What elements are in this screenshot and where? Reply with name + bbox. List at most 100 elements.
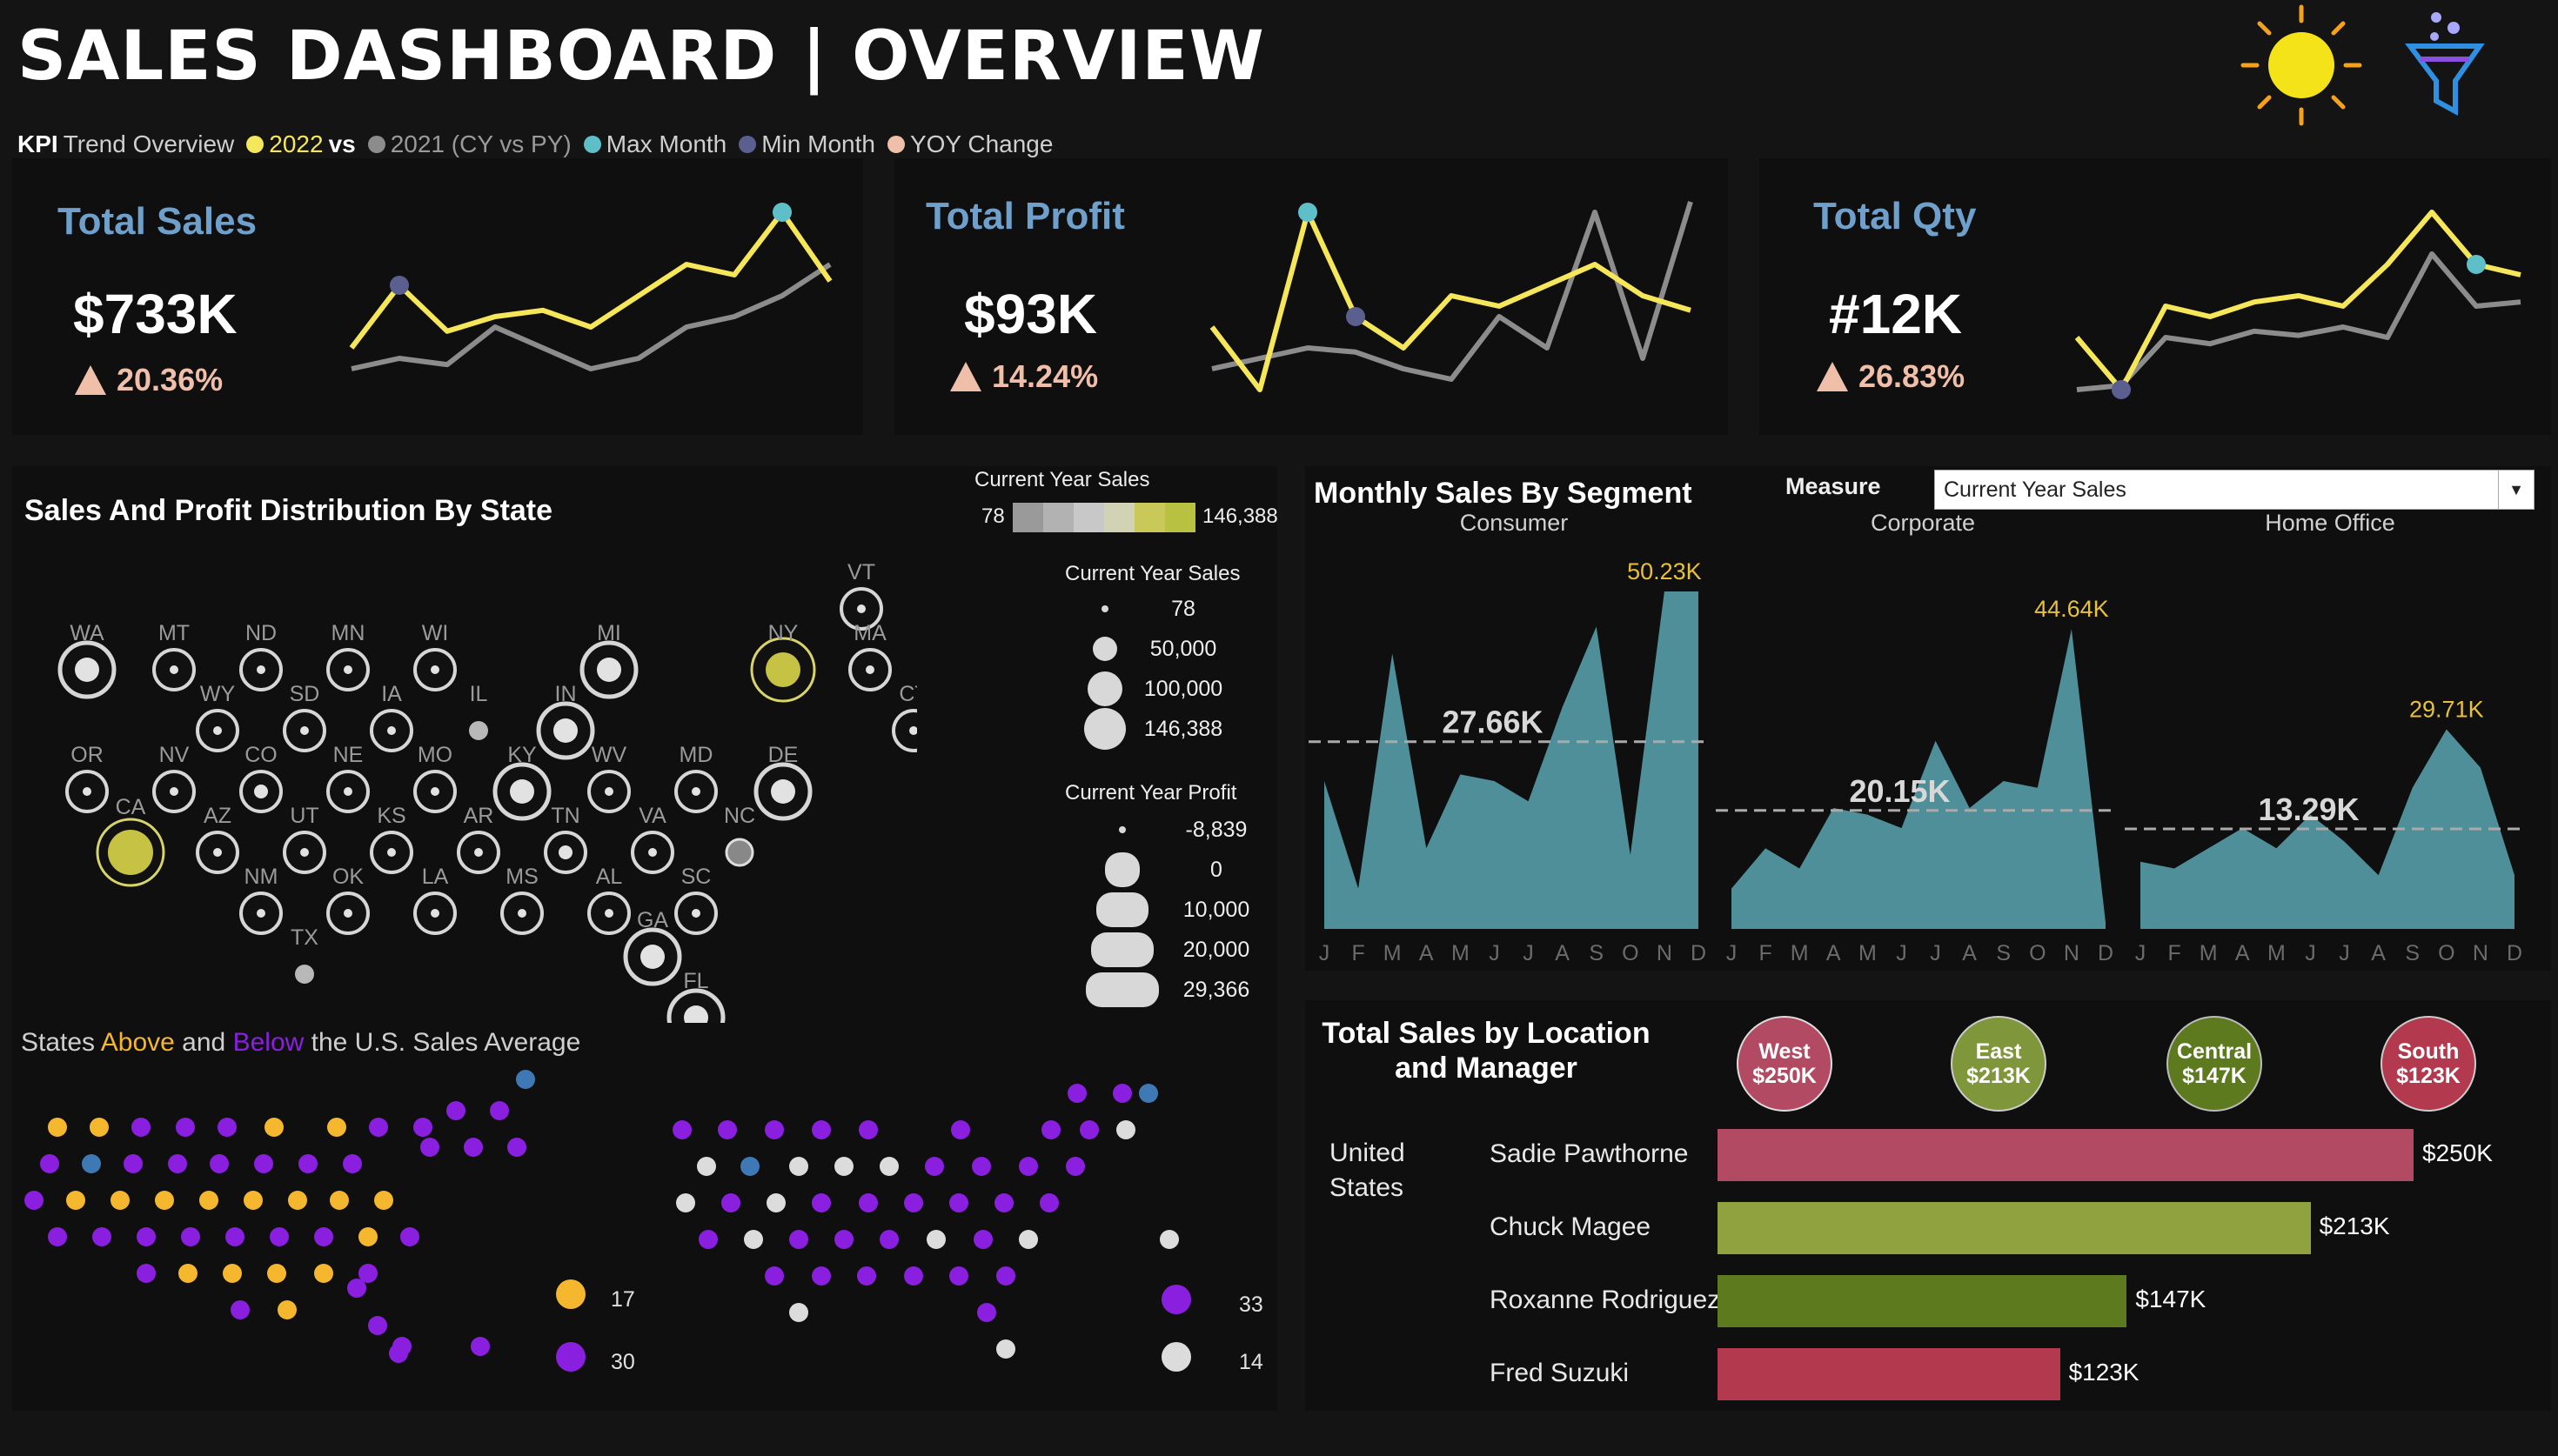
state-label: FL <box>683 969 708 993</box>
color-legend-title: Current Year Sales <box>974 468 1150 491</box>
manager-sales-bar[interactable] <box>1718 1129 2414 1181</box>
sun-icon[interactable] <box>2236 0 2367 130</box>
max-dot-icon <box>583 136 601 153</box>
state-marker-ms <box>518 909 526 918</box>
avg-dot-left <box>347 1279 366 1298</box>
region-name: Central <box>2176 1039 2253 1064</box>
avg-dot-left <box>413 1118 432 1137</box>
state-label: MI <box>597 621 621 645</box>
manager-name: Roxanne Rodriguez <box>1490 1286 1721 1314</box>
size-legend-shape <box>1091 932 1154 967</box>
state-marker-tn <box>559 845 573 859</box>
state-label: KS <box>377 804 405 828</box>
month-tick-label: J <box>1319 941 1330 965</box>
state-marker-mi <box>597 658 621 682</box>
manager-sales-value: $123K <box>2068 1359 2139 1386</box>
avg-dot-right <box>880 1230 899 1249</box>
py-dot-icon <box>367 136 385 153</box>
state-label: NY <box>768 621 799 645</box>
avg-dot-right <box>1160 1230 1179 1249</box>
month-tick-label: M <box>2267 941 2286 965</box>
size-legend-value: 10,000 <box>1183 898 1249 922</box>
avg-dot-right <box>977 1303 996 1322</box>
py-trend-line <box>1211 201 1693 382</box>
size-legend-circle <box>1088 671 1122 706</box>
state-label: MD <box>680 743 713 767</box>
kpi-change-value: 14.24% <box>992 358 1099 394</box>
below-legend-dot <box>1162 1285 1191 1314</box>
min-month-marker <box>390 276 409 295</box>
state-label: MS <box>506 865 539 889</box>
month-tick-label: J <box>1489 941 1500 965</box>
avg-dot-left <box>137 1227 156 1246</box>
max-month-marker <box>1298 203 1317 222</box>
size-legend-profit: -8,839 0 10,000 20,000 29,366 <box>1086 818 1249 1007</box>
state-label: NE <box>333 743 364 767</box>
manager-sales-bar[interactable] <box>1718 1202 2311 1254</box>
manager-sales-bar[interactable] <box>1718 1275 2127 1327</box>
avg-dot-left <box>400 1227 419 1246</box>
avg-dot-right <box>1040 1193 1059 1212</box>
avg-dot-left <box>490 1101 509 1120</box>
country-label: United States <box>1329 1136 1405 1206</box>
region-value: $213K <box>1966 1064 2031 1088</box>
region-badge-south[interactable]: South $123K <box>2381 1016 2476 1112</box>
avg-dot-left <box>278 1300 297 1319</box>
avg-dot-right <box>789 1230 808 1249</box>
state-label: ND <box>245 621 277 645</box>
measure-dropdown[interactable]: Current Year Sales ▼ <box>1934 470 2535 510</box>
state-label: WV <box>592 743 627 767</box>
avg-title-above: Above <box>100 1028 175 1057</box>
avg-dot-right <box>974 1230 993 1249</box>
region-name: South <box>2397 1039 2460 1064</box>
state-marker-va <box>648 848 657 857</box>
py-trend-line <box>2076 251 2521 392</box>
region-badge-east[interactable]: East $213K <box>1951 1016 2046 1112</box>
avg-dot-right <box>812 1193 831 1212</box>
funnel-filter-icon[interactable] <box>2401 7 2488 120</box>
state-label: NC <box>724 804 755 828</box>
avg-dot-left <box>178 1264 198 1283</box>
kpi-change: 20.36% <box>75 362 223 398</box>
segment-panel-title: Monthly Sales By Segment <box>1314 477 1692 510</box>
up-triangle-icon <box>950 362 981 391</box>
state-marker-ut <box>300 848 309 857</box>
region-badge-west[interactable]: West $250K <box>1737 1016 1832 1112</box>
state-label: WA <box>70 621 104 645</box>
state-marker-md <box>692 787 700 796</box>
avg-dot-right <box>1139 1084 1158 1103</box>
avg-dot-right <box>949 1266 968 1286</box>
state-marker-mn <box>344 665 352 674</box>
avg-dot-left <box>199 1191 218 1210</box>
state-label: CO <box>244 743 278 767</box>
avg-dot-right <box>834 1230 854 1249</box>
state-label: MN <box>331 621 365 645</box>
min-label: Min Month <box>761 130 875 157</box>
avg-dot-left <box>374 1191 393 1210</box>
manager-sales-bar[interactable] <box>1718 1348 2060 1400</box>
avg-dot-left <box>368 1316 387 1335</box>
segment-average-label: 13.29K <box>2258 791 2359 827</box>
page-title: SALES DASHBOARD | OVERVIEW <box>17 17 1265 96</box>
state-marker-wy <box>213 726 222 735</box>
state-label: IA <box>381 682 402 706</box>
region-badge-central[interactable]: Central $147K <box>2166 1016 2262 1112</box>
state-label: AR <box>464 804 494 828</box>
up-triangle-icon <box>1817 362 1848 391</box>
avg-dot-right <box>972 1157 991 1176</box>
avg-dot-right <box>1080 1120 1099 1139</box>
avg-dot-left <box>267 1264 286 1283</box>
avg-dot-left <box>464 1138 483 1157</box>
state-marker-ca <box>108 830 153 875</box>
state-label: VT <box>847 560 875 584</box>
below-count-left: 30 <box>611 1350 635 1374</box>
state-label: GA <box>637 908 668 932</box>
py-trend-line <box>351 262 832 371</box>
month-tick-label: J <box>1726 941 1738 965</box>
avg-dot-left <box>110 1191 130 1210</box>
chevron-down-icon[interactable]: ▼ <box>2498 471 2534 509</box>
avg-dot-left <box>288 1191 307 1210</box>
avg-dot-left <box>48 1227 67 1246</box>
location-title-line2: and Manager <box>1395 1052 1577 1085</box>
avg-dot-left <box>343 1154 362 1173</box>
